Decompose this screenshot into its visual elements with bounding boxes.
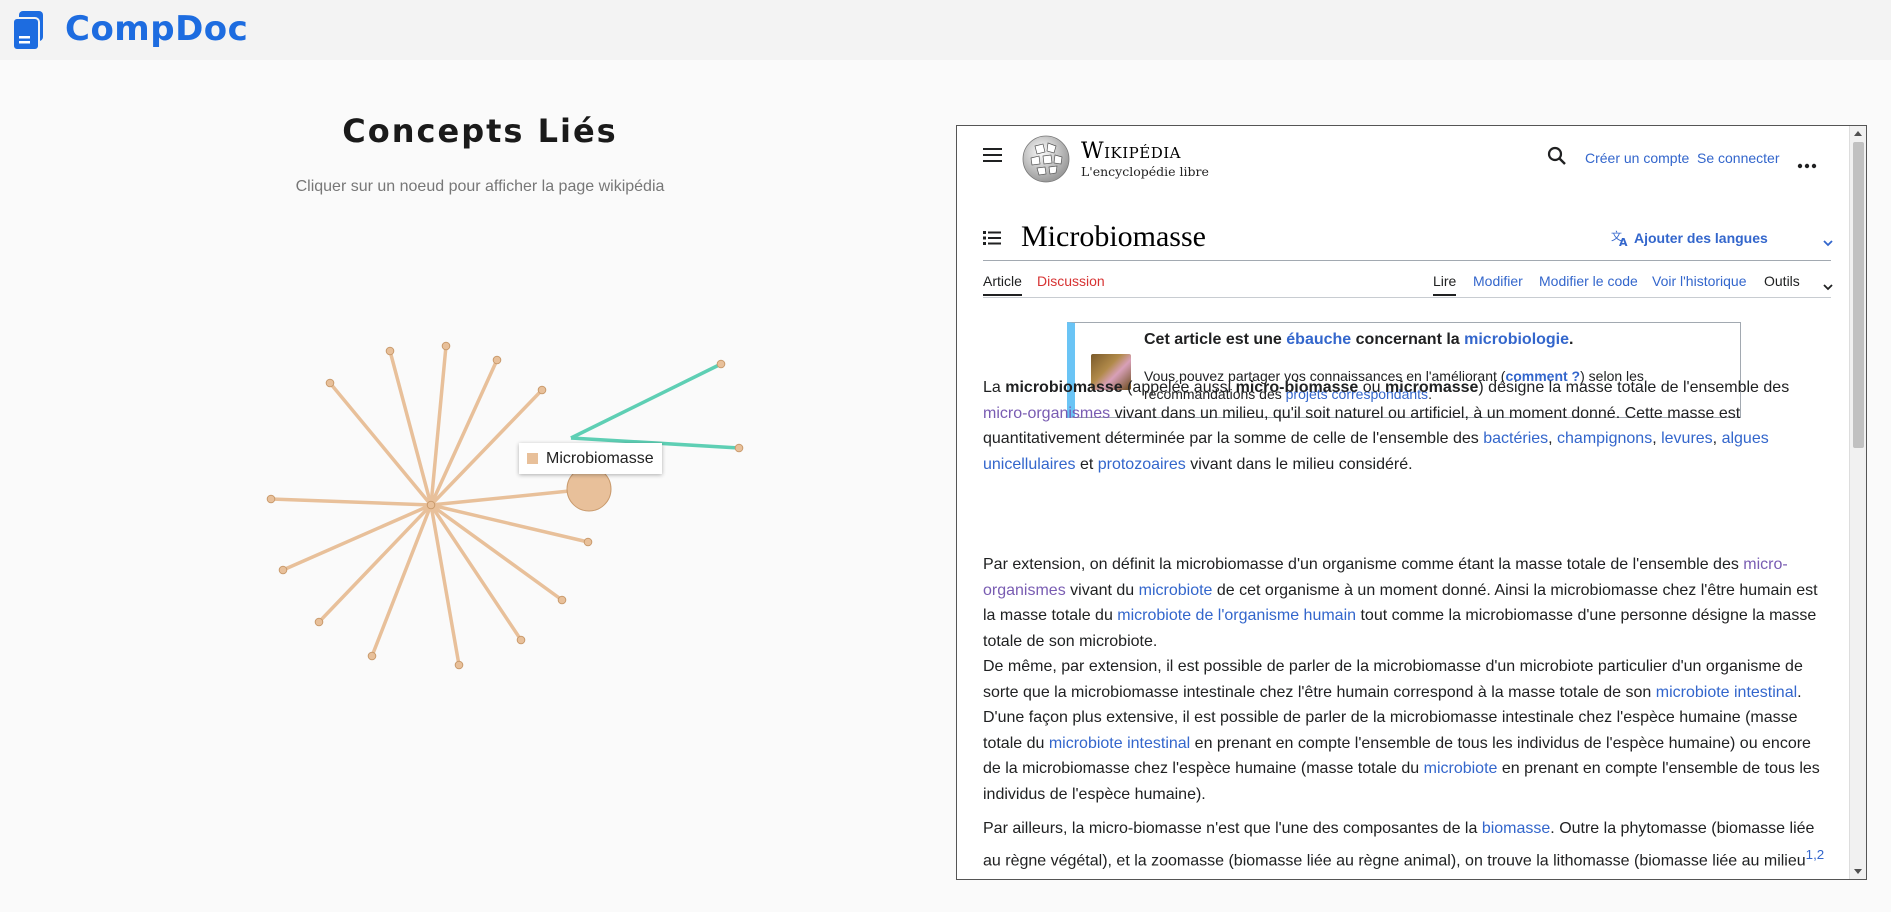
link-microbiote-2[interactable]: microbiote [1424,760,1498,777]
article-paragraph: Par ailleurs, la micro-biomasse n'est qu… [983,820,1825,869]
wikipedia-frame[interactable]: Wikipédia L'encyclopédie libre Créer un … [956,125,1867,880]
graph-node[interactable] [583,537,593,547]
tab-read[interactable]: Lire [1433,273,1457,296]
table-of-contents-icon[interactable] [983,230,1001,251]
link-levures[interactable]: levures [1661,430,1713,447]
graph-hub-node[interactable] [426,500,436,510]
graph-node[interactable] [557,595,567,605]
link-protozoaires[interactable]: protozoaires [1098,456,1186,473]
link-microbiote-intestinal[interactable]: microbiote intestinal [1656,684,1797,701]
search-icon[interactable] [1547,146,1567,171]
graph-node[interactable] [454,660,464,670]
graph-node[interactable] [492,355,502,365]
translate-icon[interactable]: 文A [1611,229,1631,252]
article-paragraph: De même, par extension, il est possible … [983,658,1803,701]
article-title: Microbiomasse [1021,220,1206,253]
more-options-icon[interactable] [1797,156,1817,174]
tab-article[interactable]: Article [983,273,1022,296]
article-paragraph: D'une façon plus extensive, il est possi… [983,709,1820,803]
article-paragraph: La microbiomasse (appelée aussi micro-bi… [983,379,1790,473]
tab-edit-code[interactable]: Modifier le code [1539,273,1638,289]
link-champignons[interactable]: champignons [1557,430,1652,447]
graph-edge [270,497,432,507]
graph-node[interactable] [385,346,395,356]
graph-node[interactable] [734,443,744,453]
link-bacteries[interactable]: bactéries [1483,430,1548,447]
login-link[interactable]: Se connecter [1697,150,1780,166]
tooltip-label: Microbiomasse [546,450,654,467]
graph-node[interactable] [325,378,335,388]
graph-edge [317,503,433,624]
create-account-link[interactable]: Créer un compte [1585,150,1689,166]
link-microbiote-humain[interactable]: microbiote de l'organisme humain [1117,607,1356,624]
wikipedia-globe-icon[interactable] [1021,134,1071,189]
stub-link-ebauche[interactable]: ébauche [1286,331,1351,348]
tab-discussion[interactable]: Discussion [1037,273,1105,289]
wikipedia-wordmark[interactable]: Wikipédia [1081,139,1181,164]
footnote-ref[interactable]: 1,2 [1806,847,1825,862]
scroll-up-icon[interactable] [1854,131,1862,136]
graph-node[interactable] [516,635,526,645]
tabs-divider [983,297,1831,298]
scroll-thumb[interactable] [1853,142,1864,448]
graph-node[interactable] [537,385,547,395]
frame-scrollbar[interactable] [1849,126,1866,879]
stub-link-microbiologie[interactable]: microbiologie [1464,331,1569,348]
graph-node[interactable] [314,617,324,627]
tools-chevron-icon[interactable] [1823,278,1833,296]
chevron-down-icon[interactable] [1823,234,1833,252]
wikipedia-tagline: L'encyclopédie libre [1081,164,1209,179]
legend-swatch [527,453,538,464]
graph-node[interactable] [367,651,377,661]
link-biomasse[interactable]: biomasse [1482,820,1550,837]
stub-notice-title: Cet article est une ébauche concernant l… [1144,331,1574,348]
link-microbiote-intestinal-2[interactable]: microbiote intestinal [1049,735,1190,752]
graph-node[interactable] [441,341,451,351]
tab-tools[interactable]: Outils [1764,273,1800,289]
graph-node[interactable] [278,565,288,575]
node-tooltip: Microbiomasse [519,443,662,474]
graph-node[interactable] [716,359,726,369]
tab-history[interactable]: Voir l'historique [1652,273,1747,289]
link-micro-organismes[interactable]: micro-organismes [983,405,1110,422]
article-paragraph: Par extension, on définit la microbiomas… [983,556,1818,650]
graph-edge-selected [570,362,722,440]
svg-text:A: A [1619,236,1628,247]
scroll-down-icon[interactable] [1854,869,1862,874]
graph-edge [430,487,590,507]
add-languages-button[interactable]: Ajouter des langues [1634,230,1768,246]
link-microbiote[interactable]: microbiote [1139,582,1213,599]
graph-node[interactable] [266,494,276,504]
heading-divider [983,260,1831,261]
concept-graph[interactable] [0,0,960,912]
tab-edit[interactable]: Modifier [1473,273,1523,289]
hamburger-menu-icon[interactable] [983,147,1003,168]
graph-edges [270,345,740,666]
